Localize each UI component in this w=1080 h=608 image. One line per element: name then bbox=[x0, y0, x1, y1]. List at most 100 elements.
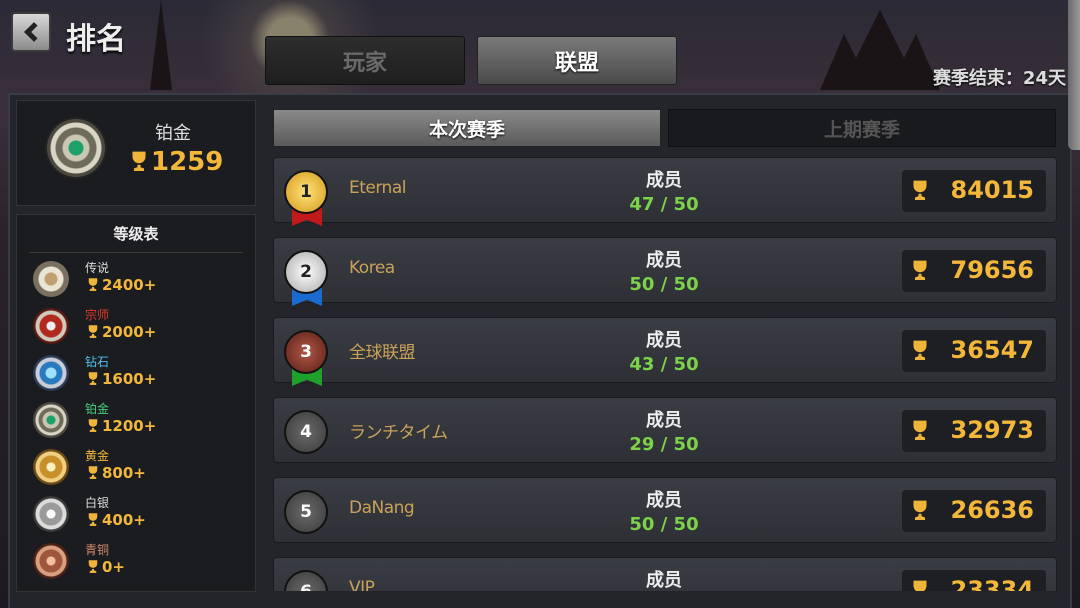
tier-requirement-value: 1200+ bbox=[102, 417, 157, 435]
member-value: 43 / 50 bbox=[629, 354, 699, 375]
ranking-row[interactable]: 5 DaNang 成员 50 / 50 26636 bbox=[273, 477, 1057, 543]
ranking-row[interactable]: 3 全球联盟 成员 43 / 50 36547 bbox=[273, 317, 1057, 386]
score-box: 79656 bbox=[902, 250, 1046, 292]
member-label: 成员 bbox=[646, 250, 682, 271]
member-count: 成员 bbox=[604, 566, 724, 591]
tier-requirement: 2000+ bbox=[85, 323, 156, 341]
tier-requirement: 1600+ bbox=[85, 370, 156, 388]
score-box: 23334 bbox=[902, 570, 1046, 591]
tab-alliances[interactable]: 联盟 bbox=[477, 36, 677, 85]
tier-requirement-value: 400+ bbox=[102, 511, 146, 529]
alliance-name: DaNang bbox=[349, 498, 415, 518]
player-points-value: 1259 bbox=[151, 147, 224, 177]
silver-medal-icon: 2 bbox=[284, 250, 328, 294]
platinum-emblem-icon bbox=[33, 402, 69, 438]
score-box: 36547 bbox=[902, 330, 1046, 372]
tier-requirement: 1200+ bbox=[85, 417, 156, 435]
trophy-icon bbox=[86, 278, 100, 292]
member-label: 成员 bbox=[646, 570, 682, 591]
tier-name: 青铜 bbox=[85, 543, 110, 557]
tier-name: 钻石 bbox=[85, 355, 110, 369]
player-rank-card: 铂金 1259 bbox=[16, 100, 256, 206]
alliance-score: 79656 bbox=[950, 256, 1035, 284]
alliance-name: Eternal bbox=[349, 178, 406, 198]
tier-row-bronze: 青铜 0+ bbox=[33, 539, 243, 583]
tier-row-diamond: 钻石 1600+ bbox=[33, 351, 243, 395]
tier-row-platinum: 铂金 1200+ bbox=[33, 398, 243, 442]
ranking-row[interactable]: 4 ランチタイム 成员 29 / 50 32973 bbox=[273, 397, 1057, 463]
rank-badge-icon: 5 bbox=[284, 490, 328, 534]
alliance-name: VIP bbox=[349, 578, 375, 591]
trophy-icon bbox=[86, 419, 100, 433]
tier-requirement-value: 800+ bbox=[102, 464, 146, 482]
member-value: 29 / 50 bbox=[629, 434, 699, 455]
player-points: 1259 bbox=[131, 147, 223, 177]
grandmaster-emblem-icon bbox=[33, 308, 69, 344]
trophy-icon bbox=[910, 500, 931, 522]
rank-badge-icon: 4 bbox=[284, 410, 328, 454]
diamond-emblem-icon bbox=[33, 355, 69, 391]
alliance-score: 36547 bbox=[950, 336, 1035, 364]
platinum-emblem-icon bbox=[47, 119, 105, 177]
edge-scroll-handle[interactable] bbox=[1068, 0, 1080, 150]
silver-emblem-icon bbox=[33, 496, 69, 532]
season-countdown: 赛季结束：24天 bbox=[932, 68, 1066, 89]
trophy-icon bbox=[86, 372, 100, 386]
member-label: 成员 bbox=[646, 490, 682, 511]
legend-emblem-icon bbox=[33, 261, 69, 297]
trophy-icon bbox=[129, 151, 150, 173]
ranking-row[interactable]: 6 VIP 成员 23334 bbox=[273, 557, 1057, 591]
rank-badge-icon: 6 bbox=[284, 570, 328, 591]
alliance-score: 32973 bbox=[950, 416, 1035, 444]
tier-row-silver: 白银 400+ bbox=[33, 492, 243, 536]
tier-requirement: 0+ bbox=[85, 558, 125, 576]
member-count: 成员 43 / 50 bbox=[604, 326, 724, 375]
alliance-score: 23334 bbox=[950, 576, 1035, 591]
tier-requirement-value: 0+ bbox=[102, 558, 126, 576]
tier-name: 黄金 bbox=[85, 449, 110, 463]
alliance-score: 26636 bbox=[950, 496, 1035, 524]
score-box: 84015 bbox=[902, 170, 1046, 212]
tab-current-season[interactable]: 本次赛季 bbox=[273, 109, 661, 147]
member-value: 50 / 50 bbox=[629, 274, 699, 295]
bronze-emblem-icon bbox=[33, 543, 69, 579]
tier-name: 白银 bbox=[85, 496, 110, 510]
trophy-icon bbox=[86, 325, 100, 339]
alliance-ranking-list[interactable]: 1 Eternal 成员 47 / 50 84015 2 Korea 成员 50… bbox=[273, 157, 1057, 591]
ranking-row[interactable]: 1 Eternal 成员 47 / 50 84015 bbox=[273, 157, 1057, 226]
tier-row-grandmaster: 宗师 2000+ bbox=[33, 304, 243, 348]
tier-row-legend: 传说 2400+ bbox=[33, 257, 243, 301]
tab-players[interactable]: 玩家 bbox=[265, 36, 465, 85]
member-count: 成员 50 / 50 bbox=[604, 246, 724, 295]
trophy-icon bbox=[910, 420, 931, 442]
trophy-icon bbox=[910, 180, 931, 202]
score-box: 26636 bbox=[902, 490, 1046, 532]
member-count: 成员 50 / 50 bbox=[604, 486, 724, 535]
member-label: 成员 bbox=[646, 410, 682, 431]
ranking-row[interactable]: 2 Korea 成员 50 / 50 79656 bbox=[273, 237, 1057, 306]
player-tier-name: 铂金 bbox=[155, 123, 191, 144]
trophy-icon bbox=[86, 513, 100, 527]
member-count: 成员 47 / 50 bbox=[604, 166, 724, 215]
trophy-icon bbox=[910, 260, 931, 282]
page-title: 排名 bbox=[66, 22, 126, 57]
gold-medal-icon: 1 bbox=[284, 170, 328, 214]
score-box: 32973 bbox=[902, 410, 1046, 452]
tier-name: 传说 bbox=[85, 261, 110, 275]
tab-previous-season[interactable]: 上期赛季 bbox=[668, 109, 1056, 147]
trophy-icon bbox=[910, 340, 931, 362]
tier-requirement-value: 2400+ bbox=[102, 276, 157, 294]
alliance-name: ランチタイム bbox=[349, 423, 448, 443]
tier-requirement: 800+ bbox=[85, 464, 146, 482]
alliance-score: 84015 bbox=[950, 176, 1035, 204]
tier-requirement-value: 2000+ bbox=[102, 323, 157, 341]
trophy-icon bbox=[86, 466, 100, 480]
tier-requirement-value: 1600+ bbox=[102, 370, 157, 388]
alliance-name: 全球联盟 bbox=[349, 343, 416, 363]
back-button[interactable] bbox=[11, 12, 51, 52]
tier-table: 等级表 传说 2400+ 宗师 2000+ 钻石 1600+ 铂金 1200+ … bbox=[16, 214, 256, 592]
trophy-icon bbox=[910, 580, 931, 591]
trophy-icon bbox=[86, 560, 100, 574]
bronze-medal-icon: 3 bbox=[284, 330, 328, 374]
divider bbox=[29, 252, 243, 253]
